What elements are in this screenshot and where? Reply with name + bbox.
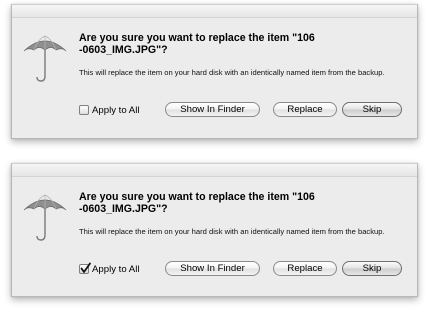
alert-headline: Are you sure you want to replace the ite…: [79, 191, 315, 215]
apply-to-all-checkbox[interactable]: Apply to All: [79, 261, 139, 277]
show-in-finder-button[interactable]: Show In Finder: [165, 102, 260, 117]
show-in-finder-button[interactable]: Show In Finder: [165, 261, 260, 276]
alert-message: This will replace the item on your hard …: [79, 68, 385, 77]
sheet-top-edge: [12, 5, 417, 18]
apply-to-all-checkbox[interactable]: Apply to All: [79, 102, 139, 118]
alert-message: This will replace the item on your hard …: [79, 227, 385, 236]
skip-button[interactable]: Skip: [342, 102, 402, 117]
sheet-top-edge: [12, 164, 417, 177]
checkmark-icon: [80, 262, 91, 273]
replace-button[interactable]: Replace: [273, 102, 337, 117]
skip-button[interactable]: Skip: [342, 261, 402, 276]
apply-to-all-label: Apply to All: [92, 104, 140, 116]
replace-item-alert: Are you sure you want to replace the ite…: [11, 4, 418, 139]
umbrella-icon: [23, 194, 67, 241]
checkbox-box[interactable]: [79, 105, 89, 115]
apply-to-all-label: Apply to All: [92, 263, 140, 275]
checkbox-box[interactable]: [79, 262, 91, 274]
replace-item-alert: Are you sure you want to replace the ite…: [11, 163, 418, 297]
umbrella-icon: [23, 35, 67, 82]
replace-button[interactable]: Replace: [273, 261, 337, 276]
alert-headline: Are you sure you want to replace the ite…: [79, 32, 315, 56]
